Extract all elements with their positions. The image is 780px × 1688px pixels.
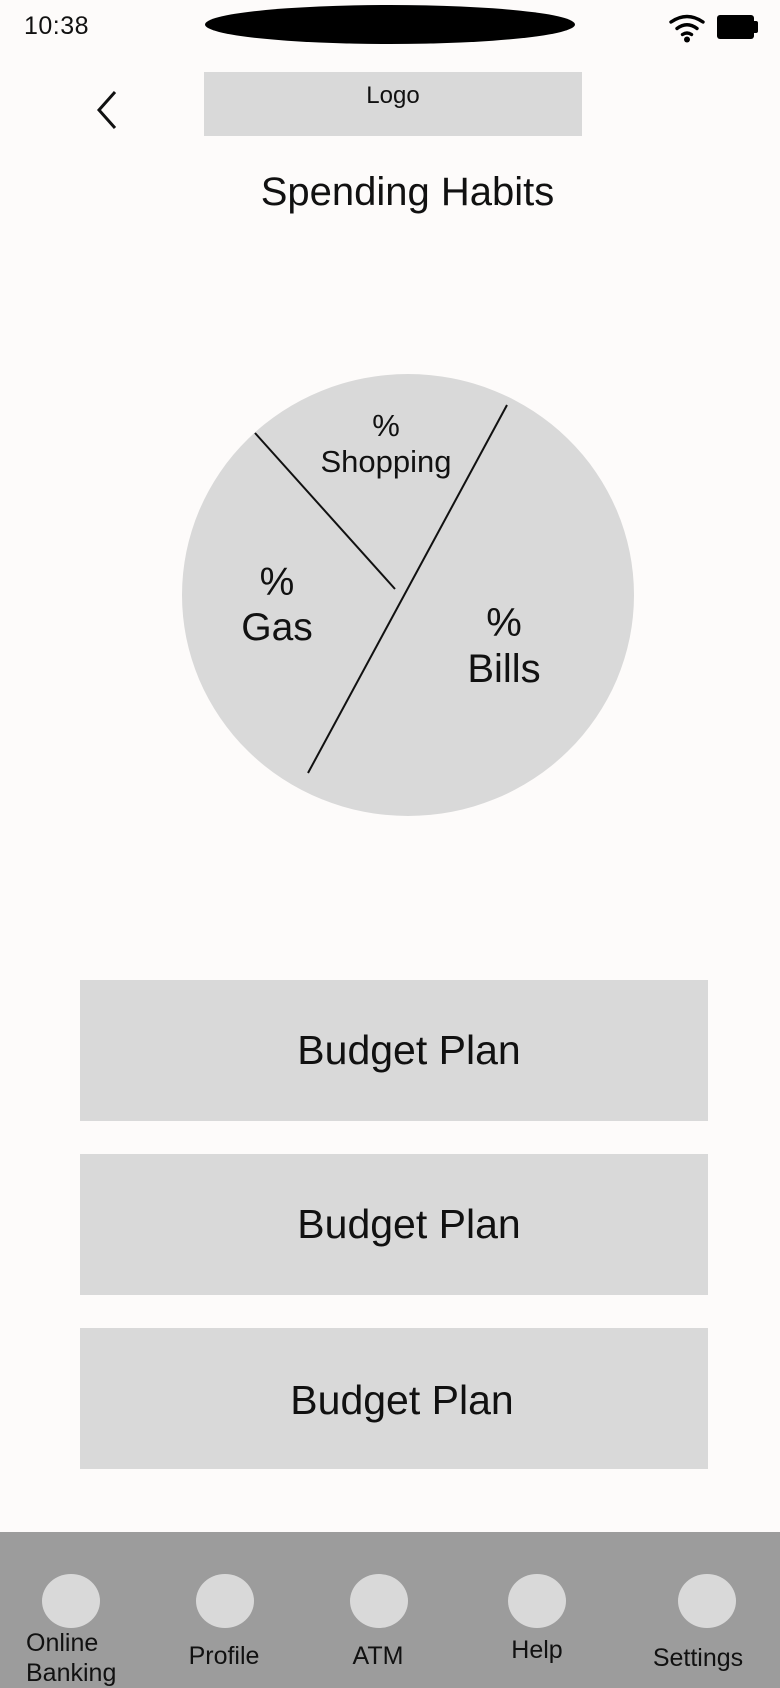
bottom-nav: Online Banking Profile ATM Help Settings [0,1532,780,1688]
pie-label-bills: % Bills [448,600,560,692]
nav-label-atm: ATM [352,1642,404,1670]
battery-icon [717,15,754,39]
atm-icon [350,1574,408,1628]
pie-name-bills: Bills [467,647,541,691]
nav-label-banking: Banking [26,1659,117,1687]
chevron-left-icon[interactable] [90,86,126,132]
online-banking-icon [42,1574,100,1628]
budget-plan-label: Budget Plan [297,1201,521,1247]
budget-plan-button-2[interactable]: Budget Plan [80,1154,708,1295]
nav-label-help: Help [511,1636,563,1664]
budget-plan-label: Budget Plan [290,1376,514,1423]
budget-plan-label: Budget Plan [297,1027,521,1073]
logo: Logo [204,72,582,136]
pie-label-shopping: % Shopping [300,408,472,479]
budget-plan-button-1[interactable]: Budget Plan [80,980,708,1121]
page-title: Spending Habits [260,170,555,214]
settings-icon [678,1574,736,1628]
help-icon [508,1574,566,1628]
pie-percent-bills: % [486,601,522,645]
status-time: 10:38 [24,12,90,40]
nav-label-online: Online [26,1629,99,1657]
pie-percent-shopping: % [372,408,400,443]
logo-text: Logo [366,82,420,109]
nav-label-profile: Profile [188,1642,260,1670]
camera-notch [205,5,575,44]
budget-plan-button-3[interactable]: Budget Plan [80,1328,708,1469]
wifi-icon [669,14,705,43]
pie-label-gas: % Gas [221,561,333,651]
nav-label-settings: Settings [652,1644,744,1672]
pie-percent-gas: % [259,561,295,604]
battery-tip [754,21,758,33]
profile-icon [196,1574,254,1628]
pie-name-shopping: Shopping [320,443,452,479]
pie-name-gas: Gas [241,605,313,649]
nav-label-online-banking: Online Banking [26,1628,116,1688]
